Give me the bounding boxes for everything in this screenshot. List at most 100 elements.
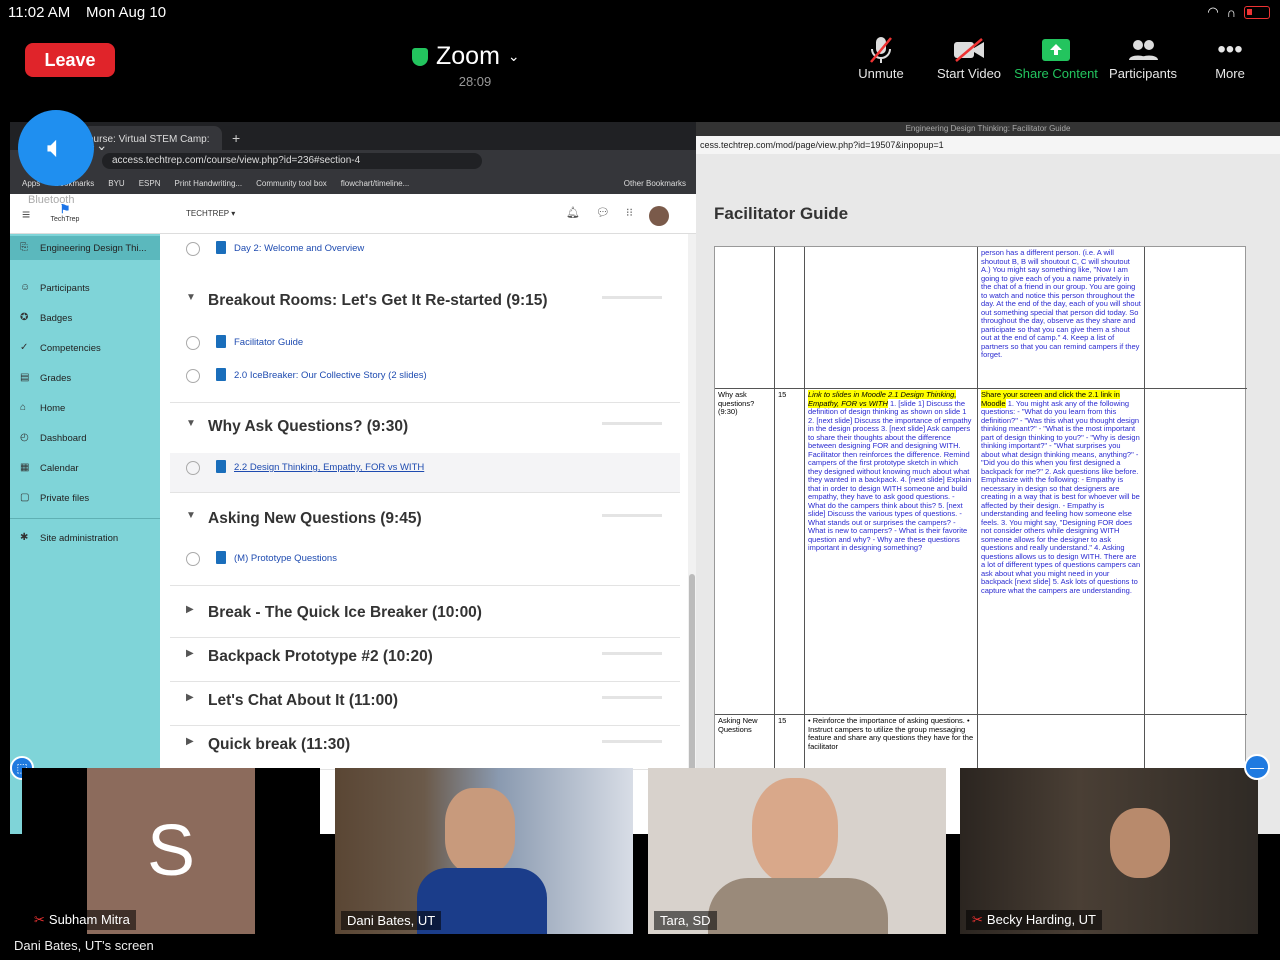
- divider: [10, 518, 160, 519]
- nav-calendar[interactable]: ▦ Calendar: [10, 456, 160, 480]
- participant-tile[interactable]: ✂︎ Becky Harding, UT: [960, 768, 1258, 934]
- section-quick-break[interactable]: ▶ Quick break (11:30): [170, 726, 680, 770]
- unmute-button[interactable]: Unmute: [836, 34, 926, 81]
- techtrep-menu[interactable]: TECHTREP ▾: [186, 209, 235, 218]
- bell-icon[interactable]: 🔔︎: [566, 206, 580, 226]
- bookmark-community[interactable]: Community tool box: [256, 179, 327, 188]
- chevron-down-icon: ⌄: [507, 48, 520, 64]
- header-icons: 🔔︎ 💬︎ ⁝⁝: [566, 206, 669, 226]
- meeting-title: Zoom: [436, 42, 500, 70]
- bookmark-other[interactable]: Other Bookmarks: [624, 179, 686, 188]
- section-asking[interactable]: ▼ Asking New Questions (9:45): [170, 502, 680, 538]
- start-video-button[interactable]: Start Video: [924, 34, 1014, 81]
- chevron-right-icon: ▶: [186, 604, 194, 615]
- chat-icon[interactable]: 💬︎: [596, 206, 610, 226]
- row1-notes: person has a different person. (i.e. A w…: [978, 247, 1145, 388]
- browser-window: ourse: Virtual STEM Camp: E ✕ + access.t…: [10, 122, 696, 834]
- more-icon: •••: [1217, 36, 1243, 63]
- scrollbar[interactable]: [688, 234, 696, 834]
- video-person: [752, 778, 838, 884]
- nav-private-files[interactable]: ▢ Private files: [10, 486, 160, 510]
- participant-name: Dani Bates, UT: [341, 911, 442, 930]
- completion-checkbox[interactable]: [186, 461, 200, 475]
- nav-participants[interactable]: ☺ Participants: [10, 276, 160, 300]
- activity-icebreaker[interactable]: 2.0 IceBreaker: Our Collective Story (2 …: [170, 361, 680, 403]
- mic-muted-icon: [836, 34, 926, 66]
- file-icon: ▢: [20, 492, 30, 503]
- bookmark-print[interactable]: Print Handwriting...: [175, 179, 243, 188]
- section-chat[interactable]: ▶ Let's Chat About It (11:00): [170, 682, 680, 726]
- nav-grades[interactable]: ▤ Grades: [10, 366, 160, 390]
- participant-tile[interactable]: Dani Bates, UT: [335, 768, 633, 934]
- leave-button[interactable]: Leave: [25, 43, 115, 77]
- completion-checkbox[interactable]: [186, 336, 200, 350]
- new-tab-icon[interactable]: +: [232, 130, 240, 146]
- nav-course[interactable]: ⎘ Engineering Design Thi...: [10, 236, 160, 260]
- row2-notes: Share your screen and click the 2.1 link…: [978, 389, 1145, 714]
- moodle-sidebar: ⎘ Engineering Design Thi... ☺ Participants…: [10, 234, 160, 834]
- table-row: person has a different person. (i.e. A w…: [715, 247, 1247, 389]
- participant-name: ✂︎ Subham Mitra: [28, 910, 136, 930]
- row2-time: 15: [775, 389, 805, 714]
- activity-prototype[interactable]: (M) Prototype Questions: [170, 544, 680, 586]
- chevron-right-icon: ▶: [186, 692, 194, 703]
- video-person: [1110, 808, 1170, 878]
- date: Mon Aug 10: [86, 4, 167, 21]
- more-button[interactable]: ••• More: [1185, 34, 1275, 81]
- video-off-icon: [924, 34, 1014, 66]
- bookmark-byu[interactable]: BYU: [108, 179, 124, 188]
- clock: 11:02 AM: [8, 4, 71, 21]
- url-input[interactable]: access.techtrep.com/course/view.php?id=2…: [102, 153, 482, 169]
- chevron-down-icon: ▼: [186, 510, 196, 521]
- row2-activity: Link to slides in Moodle 2.1 Design Thin…: [805, 389, 978, 714]
- activity-day2[interactable]: Day 2: Welcome and Overview: [170, 234, 680, 264]
- participants-icon: ☺: [20, 282, 31, 293]
- hamburger-icon[interactable]: ≡: [22, 206, 30, 222]
- section-backpack[interactable]: ▶ Backpack Prototype #2 (10:20): [170, 638, 680, 682]
- bookmark-flowchart[interactable]: flowchart/timeline...: [341, 179, 409, 188]
- share-content-button[interactable]: Share Content: [1011, 34, 1101, 81]
- nav-competencies[interactable]: ✓ Competencies: [10, 336, 160, 360]
- collapse-icon[interactable]: —: [1244, 754, 1270, 780]
- guide-url[interactable]: cess.techtrep.com/mod/page/view.php?id=1…: [696, 136, 1280, 154]
- section-why-ask[interactable]: ▼ Why Ask Questions? (9:30): [170, 410, 680, 446]
- participant-name: ✂︎ Becky Harding, UT: [966, 910, 1102, 930]
- completion-checkbox[interactable]: [186, 552, 200, 566]
- nav-badges[interactable]: ✪ Badges: [10, 306, 160, 330]
- window-title: Engineering Design Thinking: Facilitator…: [696, 122, 1280, 136]
- table-row: Why ask questions? (9:30) 15 Link to sli…: [715, 389, 1247, 715]
- more-label: More: [1215, 66, 1245, 81]
- avatar[interactable]: [648, 206, 669, 226]
- video-person: [445, 788, 515, 874]
- meeting-info[interactable]: Zoom ⌄ 28:09: [412, 42, 542, 89]
- file-icon: [216, 551, 226, 564]
- activity-design-thinking[interactable]: 2.2 Design Thinking, Empathy, FOR vs WIT…: [170, 453, 680, 493]
- guide-title: Facilitator Guide: [714, 204, 849, 223]
- participant-tile[interactable]: Tara, SD: [648, 768, 946, 934]
- share-screen-icon: [1011, 34, 1101, 66]
- completion-checkbox[interactable]: [186, 369, 200, 383]
- speaker-icon: 🔈︎: [47, 131, 65, 164]
- completion-checkbox[interactable]: [186, 242, 200, 256]
- system-icons: ◠ ∩: [1207, 4, 1270, 20]
- section-break[interactable]: ▶ Break - The Quick Ice Breaker (10:00): [170, 594, 680, 638]
- section-breakout[interactable]: ▼ Breakout Rooms: Let's Get It Re-started…: [170, 284, 680, 320]
- nav-home[interactable]: ⌂ Home: [10, 396, 160, 420]
- course-icon: ⎘: [20, 242, 28, 253]
- audio-button[interactable]: 🔈︎: [18, 110, 94, 186]
- unmute-label: Unmute: [858, 66, 904, 81]
- nav-dashboard[interactable]: ◴ Dashboard: [10, 426, 160, 450]
- audio-label: Bluetooth: [28, 194, 75, 206]
- participants-button[interactable]: Participants: [1098, 34, 1188, 81]
- bookmarks-bar: Apps Bookmarks BYU ESPN Print Handwritin…: [10, 172, 696, 194]
- chevron-down-icon: ▼: [186, 418, 196, 429]
- participants-icon: [1098, 34, 1188, 66]
- chevron-right-icon: ▶: [186, 736, 194, 747]
- participant-tile[interactable]: S ✂︎ Subham Mitra: [22, 768, 320, 934]
- grid-icon[interactable]: ⁝⁝: [626, 206, 633, 226]
- activity-facilitator-guide[interactable]: Facilitator Guide: [170, 328, 680, 358]
- participants-label: Participants: [1109, 66, 1177, 81]
- wifi-icon: ◠: [1207, 4, 1219, 19]
- nav-site-administration[interactable]: ✱ Site administration: [10, 526, 160, 550]
- bookmark-espn[interactable]: ESPN: [139, 179, 161, 188]
